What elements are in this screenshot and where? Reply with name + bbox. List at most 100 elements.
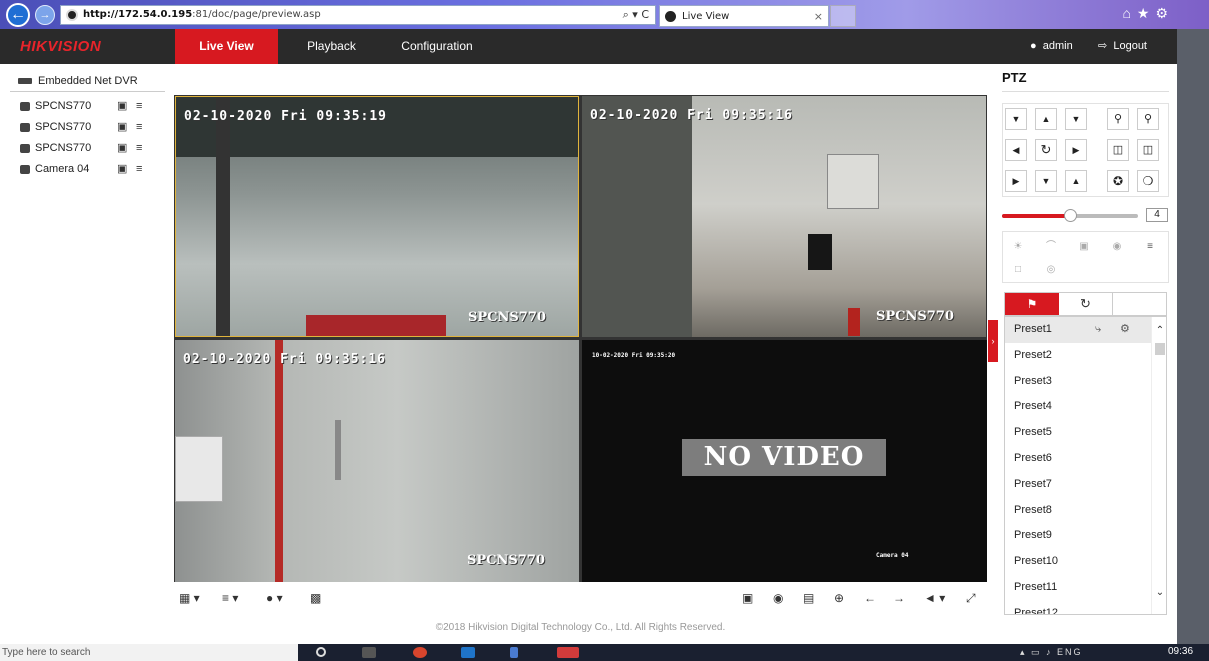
preset-item[interactable]: Preset6 bbox=[1005, 446, 1166, 472]
search-refresh-icons[interactable]: ⌕ ▾ C bbox=[623, 6, 649, 24]
pan-up-icon[interactable]: ▲ bbox=[1035, 108, 1057, 130]
back-arrow-icon[interactable]: ← bbox=[6, 3, 30, 27]
preset-item[interactable]: Preset5 bbox=[1005, 420, 1166, 446]
app-icon[interactable] bbox=[510, 647, 518, 658]
tab-configuration[interactable]: Configuration bbox=[395, 29, 479, 64]
call-preset-icon[interactable]: ⤷ bbox=[1095, 317, 1101, 343]
slider-knob[interactable] bbox=[1064, 209, 1077, 222]
preset-item[interactable]: Preset3 bbox=[1005, 369, 1166, 395]
tab-playback[interactable]: Playback bbox=[300, 29, 363, 64]
previous-page-icon[interactable]: ← bbox=[864, 590, 876, 606]
record-icon[interactable]: ▣ bbox=[117, 159, 127, 180]
system-tray[interactable]: ▴ ▭ ♪ ENG bbox=[1020, 647, 1083, 658]
window-layout-icon[interactable]: ▦ ▾ bbox=[179, 590, 200, 606]
zoom-out-icon[interactable]: ⚲ bbox=[1107, 108, 1129, 130]
patrol-tab-cycle-icon[interactable]: ↻ bbox=[1059, 293, 1113, 315]
preset-item[interactable]: Preset10 bbox=[1005, 549, 1166, 575]
video-tile-3[interactable]: 02-10-2020 Fri 09:35:16 SPCNS770 bbox=[175, 340, 579, 582]
preset-item[interactable]: Preset4 bbox=[1005, 394, 1166, 420]
pan-left-icon[interactable]: ◀ bbox=[1005, 139, 1027, 161]
preset-item[interactable]: Preset11 bbox=[1005, 575, 1166, 601]
video-tile-4[interactable]: 10-02-2020 Fri 09:35:20 NO VIDEO Camera … bbox=[582, 340, 987, 582]
iris-close-icon[interactable]: ✪ bbox=[1107, 170, 1129, 192]
stream-type-icon[interactable]: ≡ ▾ bbox=[222, 590, 238, 606]
clock[interactable]: 09:36 bbox=[1168, 646, 1193, 657]
logout-icon: ⇨ bbox=[1098, 40, 1108, 52]
tab-live-view[interactable]: Live View bbox=[175, 29, 278, 64]
record-icon[interactable]: ▣ bbox=[117, 96, 127, 117]
regional-focus-icon[interactable]: □ bbox=[1007, 261, 1029, 279]
tree-root-device[interactable]: Embedded Net DVR bbox=[10, 70, 165, 92]
preset-tab-flag-icon[interactable]: ⚑ bbox=[1005, 293, 1059, 315]
tab-title: Live View bbox=[682, 11, 730, 22]
microphone-icon[interactable]: ● ▾ bbox=[266, 590, 283, 606]
camera-item[interactable]: SPCNS770 ▣ ≡ bbox=[10, 117, 165, 138]
camera-item[interactable]: SPCNS770 ▣ ≡ bbox=[10, 96, 165, 117]
camera-item[interactable]: SPCNS770 ▣ ≡ bbox=[10, 138, 165, 159]
stream-icon[interactable]: ≡ bbox=[136, 138, 142, 159]
focus-far-icon[interactable]: ◫ bbox=[1137, 139, 1159, 161]
preset-settings-icon[interactable]: ⚙ bbox=[1120, 317, 1130, 343]
task-view-icon[interactable] bbox=[362, 647, 376, 658]
address-bar[interactable]: http://172.54.0.195:81/doc/page/preview.… bbox=[60, 5, 656, 25]
iris-open-icon[interactable]: ❍ bbox=[1137, 170, 1159, 192]
new-tab-button[interactable] bbox=[830, 5, 856, 27]
more-icon[interactable]: ≡ bbox=[1139, 238, 1161, 256]
zoom-icon[interactable]: ⊕ bbox=[834, 590, 844, 606]
speed-value[interactable]: 4 bbox=[1146, 208, 1168, 222]
volume-icon[interactable]: ◄ ▾ bbox=[924, 590, 945, 606]
active-app-icon[interactable] bbox=[557, 647, 579, 658]
next-page-icon[interactable]: → bbox=[893, 590, 905, 606]
outlook-icon[interactable] bbox=[461, 647, 475, 658]
preset-item[interactable]: Preset12 bbox=[1005, 601, 1166, 614]
taskbar-search[interactable]: Type here to search bbox=[0, 644, 298, 661]
stream-icon[interactable]: ≡ bbox=[136, 159, 142, 180]
tab-close-icon[interactable]: × bbox=[814, 6, 823, 27]
cortana-icon[interactable] bbox=[316, 647, 326, 657]
focus-near-icon[interactable]: ◫ bbox=[1107, 139, 1129, 161]
scroll-thumb[interactable] bbox=[1155, 343, 1165, 355]
video-wall-icon[interactable]: ▩ bbox=[310, 590, 321, 606]
pan-down-right-icon[interactable]: ▲ bbox=[1065, 170, 1087, 192]
collapse-panel-button[interactable]: › bbox=[988, 320, 998, 362]
preset-item[interactable]: Preset8 bbox=[1005, 498, 1166, 524]
forward-arrow-icon[interactable]: → bbox=[35, 5, 55, 25]
preset-item[interactable]: Preset1 ⤷ ⚙ bbox=[1005, 317, 1166, 343]
scroll-up-icon[interactable]: ⌃ bbox=[1152, 325, 1166, 337]
record-icon[interactable]: ▣ bbox=[117, 117, 127, 138]
chrome-icon[interactable] bbox=[413, 647, 427, 658]
logout-button[interactable]: ⇨ Logout bbox=[1098, 29, 1147, 64]
auto-pan-icon[interactable]: ↻ bbox=[1035, 139, 1057, 161]
focus-aux-icon[interactable]: ▣ bbox=[1073, 238, 1095, 256]
zoom-in-icon[interactable]: ⚲ bbox=[1137, 108, 1159, 130]
menu-call-icon[interactable]: ◉ bbox=[1106, 238, 1128, 256]
fullscreen-icon[interactable]: ⤢ bbox=[966, 590, 976, 606]
record-clip-icon[interactable]: ▤ bbox=[803, 590, 814, 606]
video-tile-2[interactable]: 02-10-2020 Fri 09:35:16 SPCNS770 bbox=[582, 96, 986, 337]
preset-scrollbar[interactable]: ⌃ ⌄ bbox=[1151, 317, 1166, 614]
browser-tab[interactable]: Live View × bbox=[659, 5, 829, 27]
pan-up-right-icon[interactable]: ▼ bbox=[1065, 108, 1087, 130]
close-all-icon[interactable]: ▣ bbox=[742, 590, 753, 606]
channel-name: SPCNS770 bbox=[876, 309, 954, 324]
stream-icon[interactable]: ≡ bbox=[136, 96, 142, 117]
camera-item[interactable]: Camera 04 ▣ ≡ bbox=[10, 159, 165, 180]
user-menu[interactable]: ● admin bbox=[1030, 29, 1073, 64]
wiper-icon[interactable]: ⌒ bbox=[1040, 238, 1062, 256]
video-tile-1[interactable]: 02-10-2020 Fri 09:35:19 SPCNS770 bbox=[175, 96, 579, 337]
pan-down-left-icon[interactable]: ▶ bbox=[1005, 170, 1027, 192]
preset-item[interactable]: Preset7 bbox=[1005, 472, 1166, 498]
snapshot-icon[interactable]: ◉ bbox=[773, 590, 783, 606]
3d-positioning-icon[interactable]: ◎ bbox=[1040, 261, 1062, 279]
pan-down-icon[interactable]: ▼ bbox=[1035, 170, 1057, 192]
pan-up-left-icon[interactable]: ▼ bbox=[1005, 108, 1027, 130]
preset-item[interactable]: Preset9 bbox=[1005, 523, 1166, 549]
preset-item[interactable]: Preset2 bbox=[1005, 343, 1166, 369]
home-favorites-settings-icons[interactable]: ⌂★⚙ bbox=[1122, 5, 1174, 22]
record-icon[interactable]: ▣ bbox=[117, 138, 127, 159]
stream-icon[interactable]: ≡ bbox=[136, 117, 142, 138]
ptz-speed-slider[interactable]: 4 bbox=[1002, 208, 1169, 222]
light-icon[interactable]: ☀ bbox=[1007, 238, 1029, 256]
pan-right-icon[interactable]: ▶ bbox=[1065, 139, 1087, 161]
scroll-down-icon[interactable]: ⌄ bbox=[1152, 587, 1166, 599]
